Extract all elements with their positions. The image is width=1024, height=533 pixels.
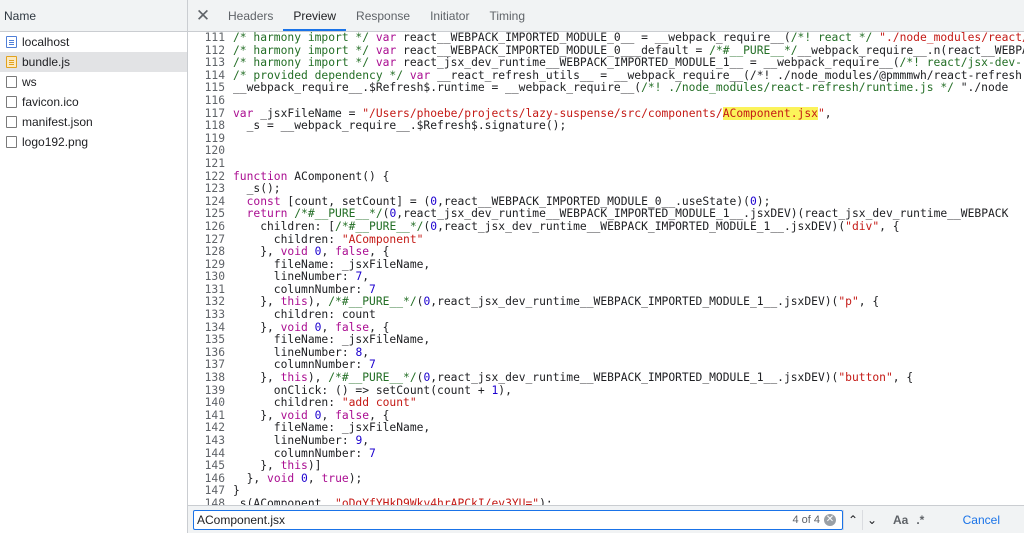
tab-headers[interactable]: Headers: [218, 0, 283, 31]
line-source: __webpack_require__.$Refresh$.runtime = …: [233, 81, 1009, 95]
request-row[interactable]: localhost: [0, 32, 187, 52]
detail-tabs: ✕ Headers Preview Response Initiator Timing: [188, 0, 1024, 32]
line-number: 118: [204, 119, 225, 133]
request-name: logo192.png: [22, 135, 89, 149]
line-number: 121: [204, 156, 225, 170]
line-number: 130: [204, 270, 225, 284]
tab-response[interactable]: Response: [346, 0, 420, 31]
line-number: 126: [204, 219, 225, 233]
request-row[interactable]: favicon.ico: [0, 92, 187, 112]
cancel-button[interactable]: Cancel: [963, 513, 1000, 527]
request-name: localhost: [22, 35, 70, 49]
line-number: 133: [204, 308, 225, 322]
code-line: 123 _s();: [188, 183, 1024, 196]
clear-search-icon[interactable]: ✕: [824, 513, 836, 526]
request-row[interactable]: bundle.js: [0, 52, 187, 72]
file-icon: [6, 96, 17, 108]
match-count: 4 of 4: [792, 513, 820, 526]
line-number: 111: [204, 32, 225, 44]
request-row[interactable]: logo192.png: [0, 132, 187, 152]
code-line: 135 fileName: _jsxFileName,: [188, 334, 1024, 347]
script-icon: [6, 56, 17, 68]
code-line: 121: [188, 156, 1024, 171]
code-line: 118 _s = __webpack_require__.$Refresh$.s…: [188, 120, 1024, 133]
line-number: 123: [204, 182, 225, 196]
line-source: fileName: _jsxFileName,: [233, 333, 431, 347]
code-preview[interactable]: 111/* harmony import */ var react__WEBPA…: [188, 32, 1024, 505]
code-line: 119: [188, 132, 1024, 146]
code-line: 146 }, void 0, true);: [188, 471, 1024, 486]
tab-preview[interactable]: Preview: [283, 0, 347, 31]
code-line: 122 function AComponent() {: [188, 170, 1024, 184]
line-number: 135: [204, 333, 225, 347]
line-number: 128: [204, 245, 225, 259]
code-line: 148 _s(AComponent, "oDgYfYHkD9Wkv4hrAPCkI…: [188, 496, 1024, 505]
name-column-header[interactable]: Name: [0, 0, 187, 32]
line-source: }, void 0, true);: [233, 471, 363, 485]
code-line: 128 }, void 0, false, {: [188, 245, 1024, 259]
tab-timing[interactable]: Timing: [479, 0, 535, 31]
code-line: 143 lineNumber: 9,: [188, 434, 1024, 448]
file-icon: [6, 76, 17, 88]
search-field[interactable]: 4 of 4 ✕: [193, 509, 843, 530]
line-source: children: "add count": [233, 396, 417, 410]
code-line: 126 children: [/*#__PURE__*/(0,react_jsx…: [188, 219, 1024, 234]
code-line: 120: [188, 145, 1024, 158]
file-icon: [6, 136, 17, 148]
line-number: 148: [204, 496, 225, 505]
code-line: 145 }, this)]: [188, 459, 1024, 473]
request-row[interactable]: manifest.json: [0, 112, 187, 132]
code-line: 130 lineNumber: 7,: [188, 270, 1024, 284]
line-source: _s(AComponent, "oDgYfYHkD9Wkv4hrAPCkI/ev…: [233, 496, 553, 505]
code-line: 140 children: "add count": [188, 396, 1024, 410]
file-icon: [6, 116, 17, 128]
request-row[interactable]: ws: [0, 72, 187, 92]
line-source: lineNumber: 7,: [233, 270, 370, 284]
line-source: }, this), /*#__PURE__*/(0,react_jsx_dev_…: [233, 371, 914, 385]
line-number: 116: [204, 93, 225, 107]
match-case-button[interactable]: Aa: [893, 513, 908, 527]
request-name: favicon.ico: [22, 95, 79, 109]
search-bar: 4 of 4 ✕ ⌃ ⌄ Aa .* Cancel: [188, 505, 1024, 533]
request-name: manifest.json: [22, 115, 93, 129]
search-input[interactable]: [194, 511, 793, 528]
request-list: localhost bundle.js ws favicon.ico manifest.…: [0, 32, 187, 152]
request-name: ws: [22, 75, 37, 89]
request-list-panel: Name localhost bundle.js ws favicon.ico mani…: [0, 0, 188, 533]
document-icon: [6, 36, 17, 48]
next-match-button[interactable]: ⌄: [862, 509, 881, 530]
line-number: 145: [204, 459, 225, 473]
code-line: 138 }, this), /*#__PURE__*/(0,react_jsx_…: [188, 371, 1024, 385]
line-source: }, void 0, false, {: [233, 245, 390, 259]
line-number: 140: [204, 396, 225, 410]
previous-match-button[interactable]: ⌃: [843, 509, 862, 530]
line-source: lineNumber: 9,: [233, 434, 370, 447]
code-line: 133 children: count: [188, 308, 1024, 322]
close-icon[interactable]: ✕: [188, 0, 218, 31]
line-number: 143: [204, 434, 225, 447]
code-line: 115 __webpack_require__.$Refresh$.runtime…: [188, 82, 1024, 95]
line-source: _s = __webpack_require__.$Refresh$.signa…: [233, 119, 567, 133]
request-name: bundle.js: [22, 55, 71, 69]
line-number: 113: [204, 56, 225, 70]
tab-initiator[interactable]: Initiator: [420, 0, 479, 31]
regex-button[interactable]: .*: [916, 513, 924, 527]
line-source: children: [/*#__PURE__*/(0,react_jsx_dev…: [233, 219, 900, 233]
line-number: 138: [204, 371, 225, 385]
request-detail-panel: ✕ Headers Preview Response Initiator Timing …: [188, 0, 1024, 533]
search-match-highlight: AComponent.jsx: [722, 106, 818, 120]
